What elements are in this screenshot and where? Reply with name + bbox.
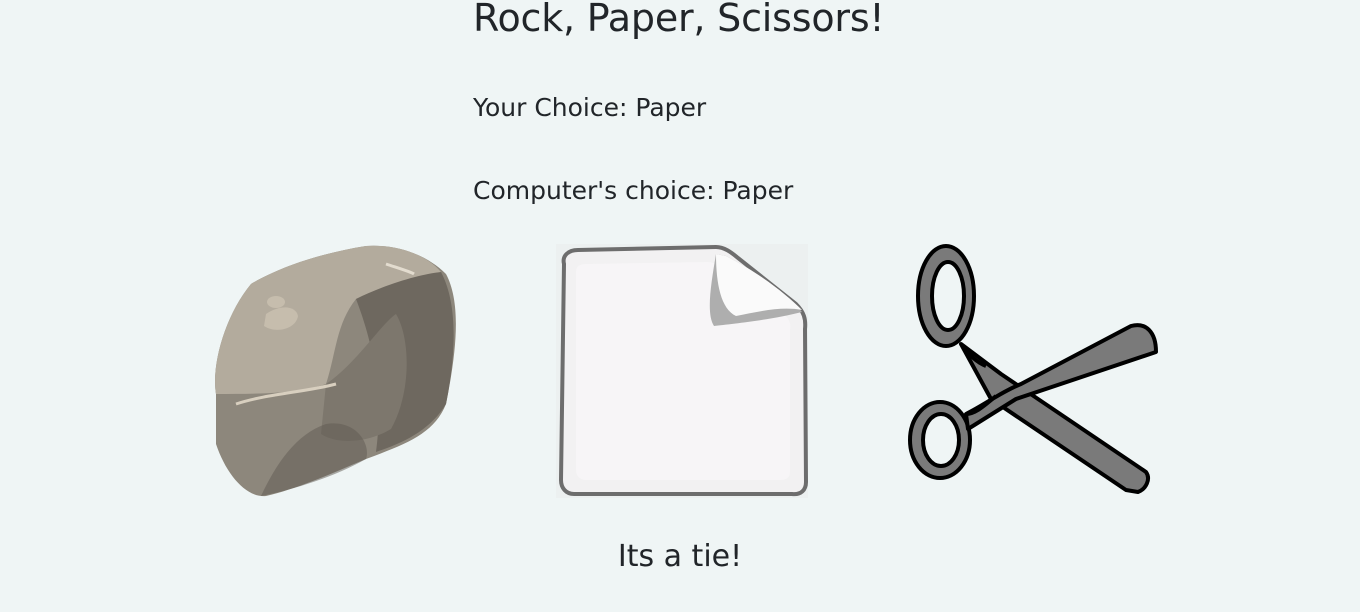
computer-choice-value: Paper	[722, 176, 794, 205]
paper-button[interactable]	[556, 244, 808, 498]
your-choice-label: Your Choice:	[473, 93, 628, 122]
game-page: Rock, Paper, Scissors! Your Choice: Pape…	[0, 0, 1360, 612]
computer-choice-line: Computer's choice: Paper	[473, 176, 793, 206]
your-choice-value: Paper	[635, 93, 707, 122]
rock-button[interactable]	[206, 244, 458, 498]
result-message: Its a tie!	[617, 539, 743, 574]
your-choice-line: Your Choice: Paper	[473, 93, 706, 123]
scissors-icon	[908, 244, 1158, 494]
computer-choice-label: Computer's choice:	[473, 176, 715, 205]
page-title: Rock, Paper, Scissors!	[473, 0, 885, 40]
scissors-button[interactable]	[906, 244, 1158, 498]
rock-icon	[215, 245, 456, 497]
paper-icon	[556, 244, 808, 498]
